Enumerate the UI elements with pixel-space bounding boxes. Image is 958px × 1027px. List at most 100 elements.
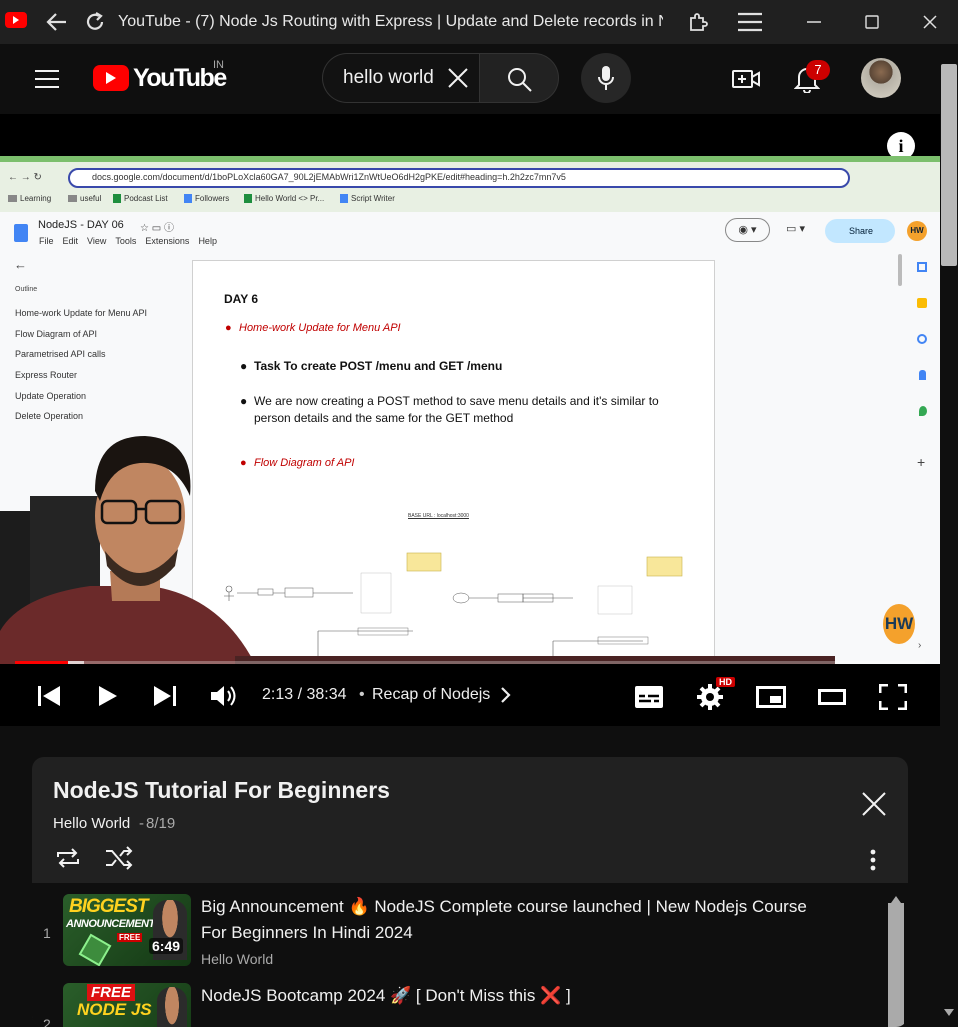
menu-icon[interactable] [736, 10, 764, 34]
maps-icon [919, 406, 927, 416]
video-browser-nav-icon: ← → ↻ [8, 172, 42, 183]
search-input-value[interactable]: hello world [343, 67, 434, 89]
hamburger-menu-icon[interactable] [34, 69, 60, 94]
create-video-icon[interactable] [732, 68, 760, 95]
country-code: IN [213, 59, 224, 71]
youtube-header: YouTube IN hello world 7 [0, 44, 940, 114]
video-browser-url: docs.google.com/document/d/1boPLoXcla60G… [68, 168, 850, 188]
theater-mode-icon[interactable] [818, 689, 846, 710]
notification-badge: 7 [806, 60, 830, 80]
page-scrollbar-thumb[interactable] [941, 64, 957, 266]
chapter-separator: • [359, 686, 365, 703]
add-addon-icon: + [917, 454, 926, 470]
extensions-puzzle-icon[interactable] [686, 10, 710, 34]
bookmark-item: Podcast List [113, 194, 168, 203]
volume-icon[interactable] [210, 684, 238, 713]
scroll-down-arrow-icon[interactable] [944, 1004, 954, 1022]
playlist-title[interactable]: NodeJS Tutorial For Beginners [53, 777, 390, 804]
playlist-position-separator: - [139, 815, 144, 832]
thumbnail-text: BIGGEST [69, 896, 149, 917]
settings-gear-icon[interactable] [696, 683, 724, 716]
doc-heading: DAY 6 [224, 292, 259, 306]
play-icon[interactable] [98, 685, 118, 712]
doc-bullet: ● Task To create POST /menu and GET /menu [240, 359, 503, 373]
user-avatar[interactable] [861, 58, 901, 98]
clear-search-icon[interactable] [447, 67, 469, 94]
doc-menu-bar: File Edit View Tools Extensions Help [39, 236, 217, 246]
tasks-icon [917, 334, 927, 344]
playlist-scroll-up-icon[interactable] [891, 891, 901, 909]
docs-logo-icon [14, 224, 28, 242]
playlist-item-thumbnail[interactable]: BIGGEST ANNOUNCEMENT FREE 6:49 [63, 894, 191, 966]
window-title: YouTube - (7) Node Js Routing with Expre… [118, 13, 663, 30]
previous-video-icon[interactable] [38, 685, 62, 712]
playlist-position: 8/19 [146, 815, 176, 832]
doc-bullet: ● Flow Diagram of API [240, 457, 355, 469]
back-arrow-icon[interactable] [44, 10, 70, 34]
video-browser-toolbar: ← → ↻ docs.google.com/document/d/1boPLoX… [0, 156, 940, 212]
playlist-channel[interactable]: Hello World [53, 815, 130, 832]
outline-label: Outline [15, 286, 38, 293]
search-button[interactable] [479, 53, 559, 103]
bookmark-item: Script Writer [340, 194, 395, 203]
youtube-logo-icon[interactable] [93, 65, 129, 91]
outline-item: Update Operation [15, 391, 87, 401]
chapter-chevron-icon[interactable] [500, 686, 512, 709]
doc-meet-icon: ▭ ▾ [786, 223, 805, 235]
flow-diagram [224, 552, 683, 664]
subtitles-icon[interactable] [635, 686, 663, 713]
video-frame[interactable]: ← → ↻ docs.google.com/document/d/1boPLoX… [0, 156, 940, 664]
bookmark-item: Hello World <> Pr... [244, 194, 324, 203]
doc-title: NodeJS - DAY 06 [38, 219, 124, 231]
maximize-icon[interactable] [860, 10, 884, 34]
playlist-item-title[interactable]: NodeJS Bootcamp 2024 🚀 [ Don't Miss this… [201, 983, 821, 1009]
close-window-icon[interactable] [918, 10, 942, 34]
doc-bullet: ● We are now creating a POST method to sa… [240, 394, 659, 425]
playlist-items: 1 BIGGEST ANNOUNCEMENT FREE 6:49 Big Ann… [32, 883, 908, 1027]
search-input[interactable]: hello world [322, 53, 480, 103]
doc-page: DAY 6 ● Home-work Update for Menu API ● Ta… [192, 260, 715, 664]
reload-icon[interactable] [82, 9, 108, 35]
doc-scrollbar [898, 254, 902, 286]
nodejs-logo-icon [78, 933, 112, 966]
playlist-item-channel[interactable]: Hello World [201, 951, 273, 967]
playlist-item-index: 2 [43, 1016, 51, 1027]
channel-watermark-logo[interactable]: HW [883, 604, 915, 644]
chapter-title[interactable]: Recap of Nodejs [372, 686, 490, 704]
doc-user-avatar: HW [907, 221, 927, 241]
video-duration: 6:49 [149, 938, 184, 954]
outline-back-arrow-icon: ← [14, 257, 27, 272]
outline-item: Delete Operation [15, 411, 84, 421]
video-browser-tabstrip [0, 156, 940, 162]
shuffle-playlist-icon[interactable] [104, 846, 134, 875]
close-playlist-icon[interactable] [861, 791, 887, 822]
playlist-item-thumbnail[interactable]: FREE NODE JS [63, 983, 191, 1027]
doc-share-button: Share [825, 219, 895, 243]
microphone-icon [597, 65, 615, 96]
thumbnail-presenter [157, 987, 187, 1027]
keep-icon [917, 298, 927, 308]
miniplayer-icon[interactable] [756, 686, 786, 713]
outline-item: Parametrised API calls [15, 349, 106, 359]
loop-playlist-icon[interactable] [54, 846, 82, 875]
playlist-panel: NodeJS Tutorial For Beginners Hello Worl… [32, 757, 908, 1027]
voice-search-button[interactable] [581, 53, 631, 103]
outline-item: Home-work Update for Menu API [15, 308, 148, 318]
doc-view-mode-icon: ◉ ▾ [725, 218, 770, 242]
chevron-right-icon: › [918, 640, 922, 651]
doc-title-icons: ☆ ▭ ⓘ [140, 223, 174, 234]
minimize-icon[interactable] [802, 10, 826, 34]
youtube-favicon-icon [5, 12, 27, 28]
window-title-bar: YouTube - (7) Node Js Routing with Expre… [0, 0, 958, 44]
playlist-scrollbar-thumb[interactable] [888, 903, 904, 1027]
fullscreen-icon[interactable] [878, 683, 908, 715]
playlist-more-options-icon[interactable] [870, 849, 876, 876]
next-video-icon[interactable] [153, 685, 177, 712]
playlist-item-title[interactable]: Big Announcement 🔥 NodeJS Complete cours… [201, 894, 811, 946]
thumbnail-text: FREE [87, 984, 136, 1001]
youtube-logo-text[interactable]: YouTube [133, 64, 227, 93]
thumbnail-badge: FREE [117, 933, 143, 942]
time-display: 2:13 / 38:34 [262, 686, 347, 703]
playlist-item[interactable]: 1 BIGGEST ANNOUNCEMENT FREE 6:49 Big Ann… [32, 883, 882, 971]
bookmark-item: Followers [184, 194, 229, 203]
